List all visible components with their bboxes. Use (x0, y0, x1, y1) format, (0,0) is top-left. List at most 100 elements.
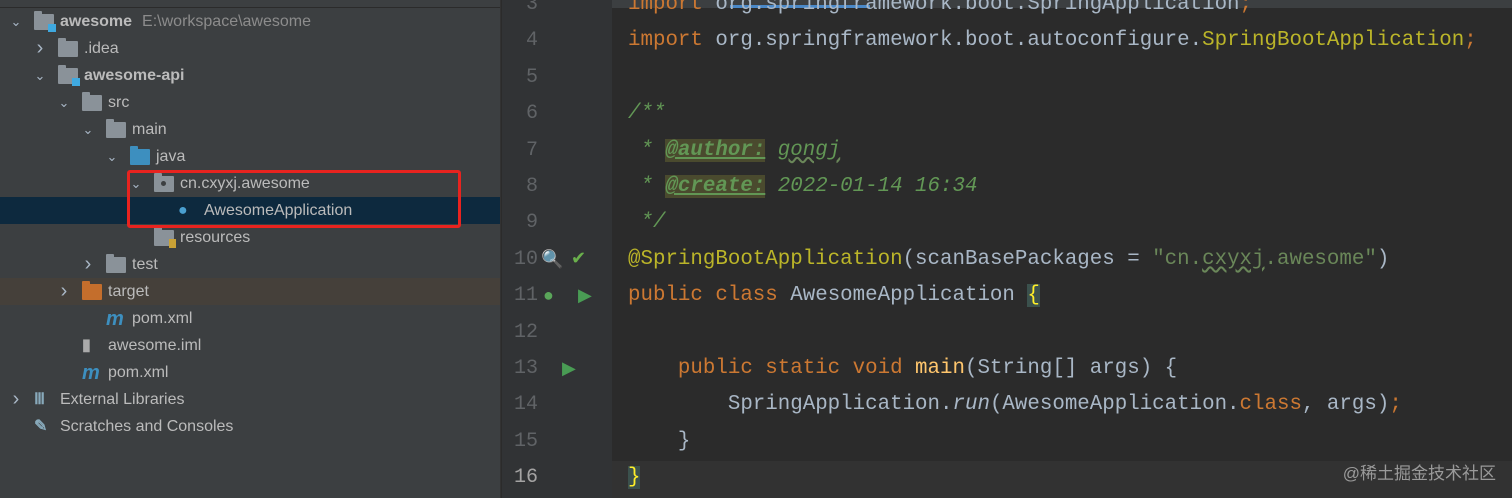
code-token: @author: (665, 138, 766, 162)
tree-item[interactable]: › .idea (0, 35, 500, 62)
tree-item[interactable]: ⌄ src (0, 89, 500, 116)
chevron-down-icon[interactable]: ⌄ (34, 62, 46, 89)
code-token: } (628, 466, 641, 490)
project-tree-panel: ⌄ awesome E:\workspace\awesome › .idea ⌄ aweso… (0, 0, 501, 498)
chevron-right-icon[interactable]: › (34, 35, 46, 62)
tree-item[interactable]: › target (0, 278, 500, 305)
code-token: public static void (628, 357, 916, 380)
line-number: 14 (513, 393, 538, 417)
code-line[interactable]: SpringApplication.run(AwesomeApplication… (628, 387, 1402, 423)
code-token: * (628, 175, 666, 198)
code-token: , args) (1301, 393, 1390, 417)
chevron-down-icon[interactable]: ⌄ (10, 8, 22, 35)
code-token: 2022-01-14 16:34 (765, 175, 978, 198)
line-number: 16 (513, 466, 538, 490)
tree-item[interactable]: ⌄ awesome-api (0, 62, 500, 89)
tree-item[interactable]: ▮ awesome.iml (0, 332, 500, 359)
tree-item[interactable]: › test (0, 251, 500, 278)
chevron-down-icon[interactable]: ⌄ (82, 116, 94, 143)
code-line[interactable]: */ (628, 205, 665, 241)
line-number: 9 (525, 211, 538, 235)
code-line[interactable]: } (628, 460, 641, 496)
code-token: import (628, 29, 716, 53)
watermark: @稀土掘金技术社区 (1342, 464, 1496, 483)
highlight-annotation-box (127, 170, 461, 228)
maven-icon: m (82, 361, 100, 384)
libraries-icon: Ⅲ (34, 390, 46, 408)
excluded-folder-icon (82, 280, 102, 300)
code-token: SpringBootApplication (1202, 29, 1465, 53)
code-line[interactable]: import org.springframework.boot.SpringAp… (628, 0, 1252, 23)
code-line[interactable]: import org.springframework.boot.autoconf… (628, 23, 1477, 59)
code-token: org.springframework.boot.SpringApplicati… (715, 0, 1240, 16)
line-number: 12 (513, 320, 538, 344)
line-number: 11 (513, 284, 538, 308)
chevron-right-icon[interactable]: › (82, 251, 94, 278)
chevron-right-icon[interactable]: › (10, 386, 22, 413)
tree-item-label: awesome.iml (108, 336, 202, 354)
code-token: cxyxj (1202, 247, 1265, 271)
code-token: @create: (665, 175, 766, 198)
folder-icon (106, 118, 126, 138)
tree-item-label: target (108, 282, 149, 300)
code-token: ; (1389, 393, 1402, 417)
code-line[interactable]: } (628, 424, 691, 460)
code-token: ; (1239, 0, 1253, 16)
resources-folder-icon (154, 226, 176, 248)
spring-config-icon[interactable]: ✔ (571, 248, 586, 269)
tree-item[interactable]: ⌄ java (0, 143, 500, 170)
source-folder-icon (130, 145, 150, 165)
code-token: gongj (777, 138, 841, 162)
tree-item-label: src (108, 93, 130, 111)
code-token: AwesomeApplication (790, 284, 1028, 308)
code-token: * (628, 138, 666, 162)
module-icon (34, 10, 56, 32)
run-class-icon[interactable]: ▶ (578, 285, 592, 306)
line-number: 7 (525, 138, 538, 162)
tree-item-label: .idea (84, 39, 119, 57)
chevron-down-icon[interactable]: ⌄ (58, 89, 70, 116)
code-line[interactable]: /** (628, 96, 665, 132)
chevron-right-icon[interactable]: › (58, 278, 70, 305)
code-token: { (1027, 284, 1040, 308)
code-token: @SpringBootApplication (628, 247, 903, 271)
code-line[interactable]: * @create: 2022-01-14 16:34 (628, 169, 977, 205)
tree-item-label: awesome-api (84, 66, 185, 84)
tree-item-label: External Libraries (60, 390, 185, 408)
tree-item-label: resources (180, 228, 251, 246)
folder-icon (106, 253, 126, 273)
project-path: E:\workspace\awesome (142, 12, 312, 30)
code-line[interactable]: public static void main(String[] args) { (628, 351, 1177, 387)
code-token: (String[] args) { (964, 357, 1178, 380)
spring-boot-icon[interactable]: ● (543, 285, 554, 306)
tree-item[interactable]: › Ⅲ External Libraries (0, 386, 500, 413)
chevron-down-icon[interactable]: ⌄ (106, 143, 118, 170)
tree-item[interactable]: m pom.xml (0, 359, 500, 386)
tree-item[interactable]: resources (0, 224, 500, 251)
tree-item[interactable]: ✎ Scratches and Consoles (0, 413, 500, 440)
line-number: 15 (513, 429, 538, 453)
code-line[interactable]: @SpringBootApplication(scanBasePackages … (628, 242, 1389, 278)
tree-item-label: pom.xml (108, 363, 169, 381)
code-line[interactable]: public class AwesomeApplication { (628, 278, 1040, 314)
code-token: public class (628, 284, 791, 308)
spring-bean-search-icon[interactable]: 🔍 (541, 249, 563, 270)
tree-item-label: main (132, 120, 167, 138)
run-main-icon[interactable]: ▶ (562, 358, 576, 379)
tree-item[interactable]: ⌄ main (0, 116, 500, 143)
tree-item[interactable]: ⌄ awesome E:\workspace\awesome (0, 8, 500, 35)
code-token: (AwesomeApplication. (989, 393, 1240, 417)
folder-icon (58, 37, 78, 57)
tree-item[interactable]: m pom.xml (0, 305, 500, 332)
code-token: (scanBasePackages = (902, 247, 1153, 271)
code-token: org.springframework.boot.autoconfigure. (715, 29, 1203, 53)
line-number: 4 (525, 29, 538, 53)
line-number: 10 (513, 247, 538, 271)
code-line[interactable]: * @author: gongj (628, 133, 840, 169)
